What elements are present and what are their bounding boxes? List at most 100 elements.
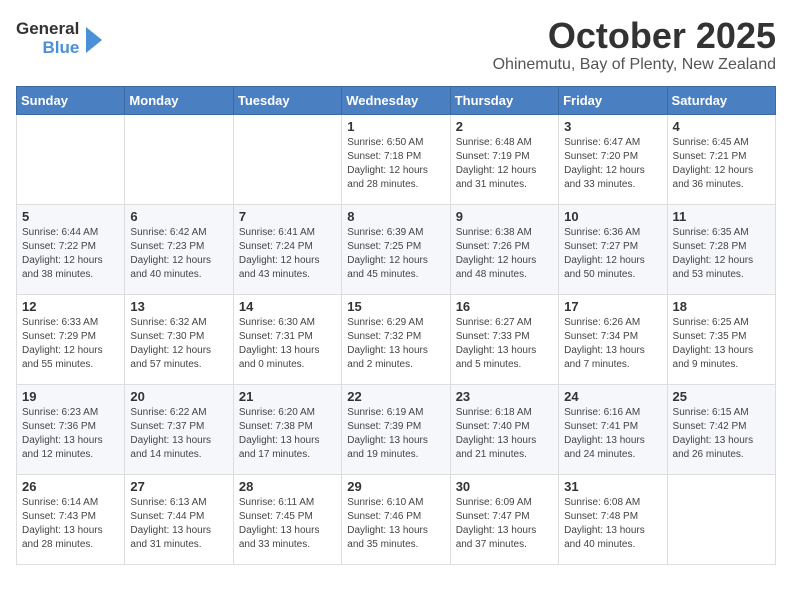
calendar-cell: 17 Sunrise: 6:26 AMSunset: 7:34 PMDayligh…	[559, 294, 667, 384]
calendar-cell: 16Sunrise: 6:27 AMSunset: 7:33 PMDayligh…	[450, 294, 558, 384]
calendar-cell	[17, 114, 125, 204]
day-info: Sunrise: 6:18 AMSunset: 7:40 PMDaylight:…	[456, 406, 553, 462]
calendar-cell: 18Sunrise: 6:25 AMSunset: 7:35 PMDayligh…	[667, 294, 775, 384]
logo-triangle-icon	[82, 25, 104, 55]
day-info: Sunrise: 6:48 AMSunset: 7:19 PMDaylight:…	[456, 136, 553, 192]
calendar-week-row: 26 Sunrise: 6:14 AMSunset: 7:43 PMDayligh…	[17, 474, 776, 564]
calendar-cell: 4 Sunrise: 6:45 AMSunset: 7:21 PMDaylight…	[667, 114, 775, 204]
day-number: 12	[22, 299, 119, 314]
day-info: Sunrise: 6:44 AMSunset: 7:22 PMDaylight:…	[22, 226, 119, 282]
day-number: 10	[564, 209, 661, 224]
day-info: Sunrise: 6:10 AMSunset: 7:46 PMDaylight:…	[347, 496, 444, 552]
day-info: Sunrise: 6:36 AMSunset: 7:27 PMDaylight:…	[564, 226, 661, 282]
day-info: Sunrise: 6:45 AMSunset: 7:21 PMDaylight:…	[673, 136, 770, 192]
calendar-cell: 7 Sunrise: 6:41 AMSunset: 7:24 PMDaylight…	[233, 204, 341, 294]
calendar-cell: 27 Sunrise: 6:13 AMSunset: 7:44 PMDayligh…	[125, 474, 233, 564]
day-number: 29	[347, 479, 444, 494]
calendar-cell: 26 Sunrise: 6:14 AMSunset: 7:43 PMDayligh…	[17, 474, 125, 564]
calendar-cell: 19 Sunrise: 6:23 AMSunset: 7:36 PMDayligh…	[17, 384, 125, 474]
weekday-header-monday: Monday	[125, 86, 233, 114]
day-info: Sunrise: 6:50 AMSunset: 7:18 PMDaylight:…	[347, 136, 444, 192]
day-number: 23	[456, 389, 553, 404]
calendar-week-row: 1 Sunrise: 6:50 AMSunset: 7:18 PMDaylight…	[17, 114, 776, 204]
day-info: Sunrise: 6:23 AMSunset: 7:36 PMDaylight:…	[22, 406, 119, 462]
day-number: 22	[347, 389, 444, 404]
calendar-cell: 1 Sunrise: 6:50 AMSunset: 7:18 PMDaylight…	[342, 114, 450, 204]
day-number: 6	[130, 209, 227, 224]
weekday-header-saturday: Saturday	[667, 86, 775, 114]
calendar-cell	[233, 114, 341, 204]
day-number: 31	[564, 479, 661, 494]
day-info: Sunrise: 6:38 AMSunset: 7:26 PMDaylight:…	[456, 226, 553, 282]
day-info: Sunrise: 6:35 AMSunset: 7:28 PMDaylight:…	[673, 226, 770, 282]
location-title: Ohinemutu, Bay of Plenty, New Zealand	[493, 56, 776, 74]
day-info: Sunrise: 6:25 AMSunset: 7:35 PMDaylight:…	[673, 316, 770, 372]
calendar-cell: 5 Sunrise: 6:44 AMSunset: 7:22 PMDaylight…	[17, 204, 125, 294]
page-header: General Blue October 2025 Ohinemutu, Bay…	[16, 16, 776, 74]
calendar-cell: 8 Sunrise: 6:39 AMSunset: 7:25 PMDaylight…	[342, 204, 450, 294]
day-info: Sunrise: 6:16 AMSunset: 7:41 PMDaylight:…	[564, 406, 661, 462]
day-number: 15	[347, 299, 444, 314]
day-number: 8	[347, 209, 444, 224]
day-info: Sunrise: 6:41 AMSunset: 7:24 PMDaylight:…	[239, 226, 336, 282]
weekday-header-row: SundayMondayTuesdayWednesdayThursdayFrid…	[17, 86, 776, 114]
calendar-cell: 2 Sunrise: 6:48 AMSunset: 7:19 PMDaylight…	[450, 114, 558, 204]
calendar-cell: 31 Sunrise: 6:08 AMSunset: 7:48 PMDayligh…	[559, 474, 667, 564]
day-info: Sunrise: 6:26 AMSunset: 7:34 PMDaylight:…	[564, 316, 661, 372]
calendar-cell: 30 Sunrise: 6:09 AMSunset: 7:47 PMDayligh…	[450, 474, 558, 564]
day-info: Sunrise: 6:30 AMSunset: 7:31 PMDaylight:…	[239, 316, 336, 372]
weekday-header-thursday: Thursday	[450, 86, 558, 114]
day-number: 11	[673, 209, 770, 224]
day-number: 13	[130, 299, 227, 314]
day-number: 7	[239, 209, 336, 224]
calendar-cell: 22 Sunrise: 6:19 AMSunset: 7:39 PMDayligh…	[342, 384, 450, 474]
calendar-cell: 14 Sunrise: 6:30 AMSunset: 7:31 PMDayligh…	[233, 294, 341, 384]
calendar-cell: 25 Sunrise: 6:15 AMSunset: 7:42 PMDayligh…	[667, 384, 775, 474]
day-number: 1	[347, 119, 444, 134]
day-number: 4	[673, 119, 770, 134]
logo-general-text: General	[16, 20, 79, 39]
day-info: Sunrise: 6:20 AMSunset: 7:38 PMDaylight:…	[239, 406, 336, 462]
day-info: Sunrise: 6:11 AMSunset: 7:45 PMDaylight:…	[239, 496, 336, 552]
weekday-header-sunday: Sunday	[17, 86, 125, 114]
title-block: October 2025 Ohinemutu, Bay of Plenty, N…	[493, 16, 776, 74]
day-info: Sunrise: 6:42 AMSunset: 7:23 PMDaylight:…	[130, 226, 227, 282]
day-number: 27	[130, 479, 227, 494]
calendar-cell: 13 Sunrise: 6:32 AMSunset: 7:30 PMDayligh…	[125, 294, 233, 384]
day-number: 17	[564, 299, 661, 314]
calendar-cell: 6 Sunrise: 6:42 AMSunset: 7:23 PMDaylight…	[125, 204, 233, 294]
day-info: Sunrise: 6:15 AMSunset: 7:42 PMDaylight:…	[673, 406, 770, 462]
calendar-cell: 11 Sunrise: 6:35 AMSunset: 7:28 PMDayligh…	[667, 204, 775, 294]
day-info: Sunrise: 6:09 AMSunset: 7:47 PMDaylight:…	[456, 496, 553, 552]
day-number: 2	[456, 119, 553, 134]
day-number: 5	[22, 209, 119, 224]
calendar-cell: 29 Sunrise: 6:10 AMSunset: 7:46 PMDayligh…	[342, 474, 450, 564]
day-number: 25	[673, 389, 770, 404]
logo: General Blue	[16, 16, 104, 57]
calendar-cell: 28Sunrise: 6:11 AMSunset: 7:45 PMDayligh…	[233, 474, 341, 564]
day-info: Sunrise: 6:33 AMSunset: 7:29 PMDaylight:…	[22, 316, 119, 372]
day-info: Sunrise: 6:08 AMSunset: 7:48 PMDaylight:…	[564, 496, 661, 552]
calendar-cell: 24 Sunrise: 6:16 AMSunset: 7:41 PMDayligh…	[559, 384, 667, 474]
calendar-cell: 10 Sunrise: 6:36 AMSunset: 7:27 PMDayligh…	[559, 204, 667, 294]
day-info: Sunrise: 6:13 AMSunset: 7:44 PMDaylight:…	[130, 496, 227, 552]
day-info: Sunrise: 6:22 AMSunset: 7:37 PMDaylight:…	[130, 406, 227, 462]
day-info: Sunrise: 6:32 AMSunset: 7:30 PMDaylight:…	[130, 316, 227, 372]
calendar-cell	[125, 114, 233, 204]
calendar-cell	[667, 474, 775, 564]
calendar-cell: 21Sunrise: 6:20 AMSunset: 7:38 PMDayligh…	[233, 384, 341, 474]
day-info: Sunrise: 6:14 AMSunset: 7:43 PMDaylight:…	[22, 496, 119, 552]
day-info: Sunrise: 6:39 AMSunset: 7:25 PMDaylight:…	[347, 226, 444, 282]
day-number: 26	[22, 479, 119, 494]
calendar-table: SundayMondayTuesdayWednesdayThursdayFrid…	[16, 86, 776, 565]
day-number: 14	[239, 299, 336, 314]
day-number: 19	[22, 389, 119, 404]
day-number: 24	[564, 389, 661, 404]
calendar-week-row: 5 Sunrise: 6:44 AMSunset: 7:22 PMDaylight…	[17, 204, 776, 294]
day-info: Sunrise: 6:19 AMSunset: 7:39 PMDaylight:…	[347, 406, 444, 462]
calendar-cell: 15Sunrise: 6:29 AMSunset: 7:32 PMDayligh…	[342, 294, 450, 384]
day-info: Sunrise: 6:27 AMSunset: 7:33 PMDaylight:…	[456, 316, 553, 372]
day-number: 30	[456, 479, 553, 494]
month-title: October 2025	[493, 16, 776, 56]
weekday-header-tuesday: Tuesday	[233, 86, 341, 114]
